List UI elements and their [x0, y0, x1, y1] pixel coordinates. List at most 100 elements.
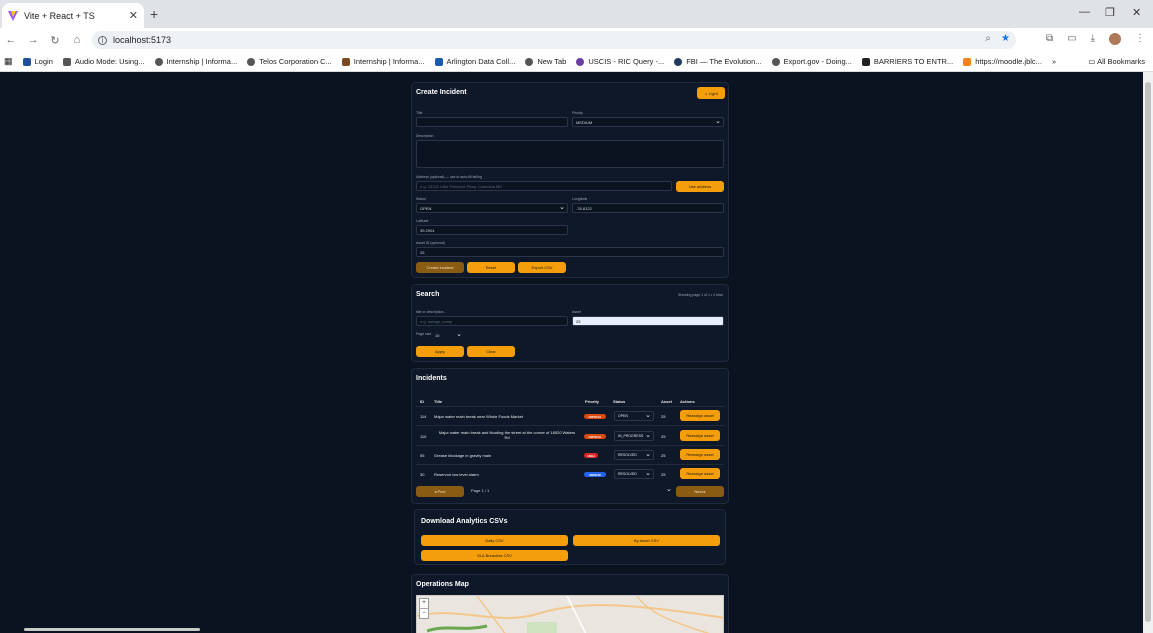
asset-filter-label: Asset — [572, 310, 581, 314]
priority-select[interactable]: MEDIUM ⌄ — [572, 117, 724, 127]
page-select[interactable]: Page 1 / 1 ⌄ — [468, 486, 674, 496]
bookmark-item[interactable]: BARRIERS TO ENTR... — [861, 57, 953, 66]
search-title: Search — [416, 291, 440, 298]
reload-icon[interactable]: ↻ — [44, 34, 66, 47]
bookmark-item[interactable]: Audio Mode: Using... — [62, 57, 145, 66]
bookmark-item[interactable]: New Tab — [525, 57, 566, 66]
operations-map[interactable]: + − — [416, 595, 724, 633]
page-viewport: Create Incident ☼ Light Title Priority M… — [0, 72, 1143, 633]
bookmark-item[interactable]: Login — [22, 57, 53, 66]
incident-id: 30 — [420, 472, 425, 477]
chevron-down-icon: ⌄ — [715, 118, 721, 125]
reset-button[interactable]: Reset — [467, 262, 515, 273]
title-input[interactable] — [416, 117, 568, 127]
apply-button[interactable]: Apply — [416, 346, 464, 357]
bookmark-item[interactable]: Export.gov - Doing... — [771, 57, 852, 66]
asset-id-input[interactable]: 25 — [416, 247, 724, 257]
use-address-button[interactable]: Use address — [676, 181, 724, 192]
address-input[interactable]: e.g. 10100 Little Patuxent Pkwy, Columbi… — [416, 181, 672, 191]
reassign-asset-button[interactable]: Reassign asset — [680, 449, 720, 460]
status-select[interactable]: IN_PROGRESS ⌄ — [614, 431, 654, 441]
forward-icon[interactable]: → — [22, 34, 44, 46]
status-select[interactable]: OPEN ⌄ — [416, 203, 568, 213]
map-tiles[interactable] — [417, 596, 724, 633]
incident-title: Reservoir low level alarm — [434, 472, 479, 477]
avatar[interactable] — [1109, 33, 1121, 45]
clear-button[interactable]: Clear — [467, 346, 515, 357]
bookmark-item[interactable]: Telos Corporation C... — [247, 57, 332, 66]
bookmark-item[interactable]: Internship | Informa... — [154, 57, 237, 66]
minimize-icon[interactable]: — — [1079, 6, 1090, 18]
col-actions-header: Actions — [680, 399, 695, 404]
browser-tab[interactable]: Vite + React + TS ✕ — [2, 3, 144, 28]
daily-csv-button[interactable]: Daily CSV — [421, 535, 568, 546]
longitude-input[interactable]: -76.8122 — [572, 203, 724, 213]
col-status-header: Status — [613, 399, 626, 404]
chevron-down-icon: ⌄ — [456, 331, 462, 338]
status-select[interactable]: RESOLVED ⌄ — [614, 450, 654, 460]
col-asset-header: Asset — [661, 399, 672, 404]
scroll-thumb[interactable] — [1145, 82, 1151, 622]
reassign-asset-button[interactable]: Reassign asset — [680, 468, 720, 479]
priority-badge: MEDIUM — [584, 472, 606, 477]
browser-toolbar: ← → ↻ ⌂ i localhost:5173 ⌕ ★ ⧉ ▭ ⤓ ⋮ — [0, 28, 1153, 52]
page-size-select[interactable]: 10 ⌄ — [432, 331, 464, 341]
restore-icon[interactable]: ❐ — [1105, 6, 1115, 19]
incident-asset: 25 — [661, 453, 666, 458]
status-select[interactable]: OPEN ⌄ — [614, 411, 654, 421]
reassign-asset-button[interactable]: Reassign asset — [680, 410, 720, 421]
title-label: Title — [416, 111, 423, 115]
address-bar[interactable]: i localhost:5173 ⌕ ★ — [92, 31, 1016, 49]
site-info-icon[interactable]: i — [98, 35, 107, 45]
home-icon[interactable]: ⌂ — [66, 34, 88, 46]
extensions-icon[interactable]: ⧉ — [1046, 33, 1053, 45]
moodle-icon — [963, 57, 972, 66]
tab-close-icon[interactable]: ✕ — [129, 9, 138, 22]
download-icon[interactable]: ⤓ — [1091, 33, 1095, 45]
theme-toggle-button[interactable]: ☼ Light — [697, 87, 725, 99]
window-close-icon[interactable]: ✕ — [1132, 6, 1141, 19]
analytics-title: Download Analytics CSVs — [421, 518, 508, 525]
prev-page-button[interactable]: ◂ Prev — [416, 486, 464, 497]
latitude-input[interactable]: 39.2904 — [416, 225, 568, 235]
create-incident-button[interactable]: Create incident — [416, 262, 464, 273]
reading-list-icon[interactable]: ▭ — [1067, 33, 1076, 45]
bookmark-item[interactable]: https://moodle.jblc... — [963, 57, 1042, 66]
reassign-asset-button[interactable]: Reassign asset — [680, 430, 720, 441]
priority-label: Priority — [572, 111, 583, 115]
next-page-button[interactable]: Next ▸ — [676, 486, 724, 497]
status-select[interactable]: RESOLVED ⌄ — [614, 469, 654, 479]
bookmark-item[interactable]: Arlington Data Coll... — [434, 57, 515, 66]
zoom-out-button[interactable]: − — [420, 609, 428, 618]
search-input[interactable]: e.g. outage, pump — [416, 316, 568, 326]
bookmark-item[interactable]: FBI — The Evolution... — [674, 57, 762, 66]
search-query-label: title or description... — [416, 310, 447, 314]
more-bookmarks-icon[interactable]: » — [1052, 57, 1056, 66]
apps-icon[interactable]: ▦ — [4, 56, 13, 67]
all-bookmarks[interactable]: ▭ All Bookmarks — [1088, 57, 1145, 66]
export-csv-button[interactable]: Export CSV — [518, 262, 566, 273]
bookmark-item[interactable]: USCIS - RIC Query -... — [576, 57, 664, 66]
globe-icon — [247, 57, 256, 66]
new-tab-icon[interactable]: + — [150, 6, 158, 22]
bookmark-item[interactable]: Internship | Informa... — [341, 57, 425, 66]
row-divider — [416, 425, 724, 426]
horizontal-scrollbar[interactable] — [24, 628, 200, 631]
globe-icon — [154, 57, 163, 66]
menu-icon[interactable]: ⋮ — [1135, 33, 1145, 45]
zoom-icon[interactable]: ⌕ — [985, 33, 991, 44]
priority-badge: CRITICAL — [584, 434, 606, 439]
row-divider — [416, 464, 724, 465]
back-icon[interactable]: ← — [0, 34, 22, 46]
vertical-scrollbar[interactable] — [1143, 72, 1153, 633]
incident-asset: 25 — [661, 414, 666, 419]
page-size-label: Page size — [416, 332, 432, 336]
bookmark-star-icon[interactable]: ★ — [1001, 33, 1010, 44]
description-label: Description — [416, 134, 434, 138]
by-asset-csv-button[interactable]: By Asset CSV — [573, 535, 720, 546]
asset-filter-input[interactable]: 25 — [572, 316, 724, 326]
sla-breaches-csv-button[interactable]: SLA Breaches CSV — [421, 550, 568, 561]
zoom-in-button[interactable]: + — [420, 599, 428, 609]
description-textarea[interactable] — [416, 140, 724, 168]
fbi-icon — [674, 57, 683, 66]
